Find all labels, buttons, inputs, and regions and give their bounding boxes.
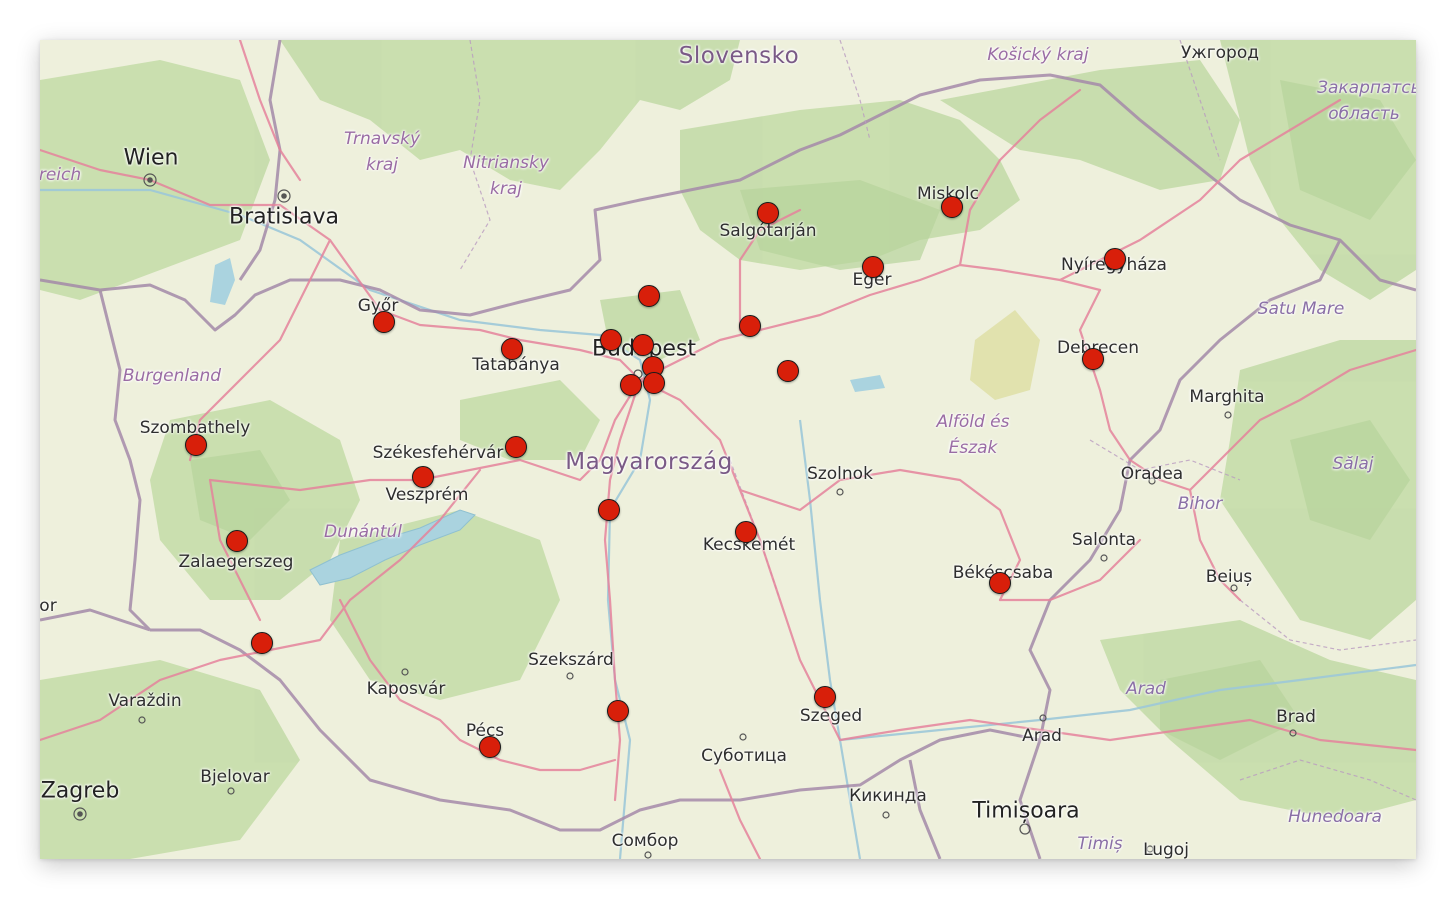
label-burgenland: Burgenland: [122, 366, 222, 387]
label-arad-region: Arad: [1126, 679, 1166, 700]
map-marker[interactable]: [632, 334, 654, 356]
map-marker[interactable]: [739, 315, 761, 337]
label-nitriansky-1: Nitriansky: [463, 153, 549, 174]
map-marker[interactable]: [735, 521, 757, 543]
map-marker[interactable]: [607, 700, 629, 722]
map-marker[interactable]: [501, 338, 523, 360]
label-szekszard: Szekszárd: [528, 650, 614, 670]
label-bjelovar: Bjelovar: [200, 767, 270, 787]
map-marker[interactable]: [600, 329, 622, 351]
label-uzhhorod: Ужгород: [1181, 43, 1259, 63]
label-kaposvar: Kaposvár: [366, 679, 446, 699]
label-reich: reich: [40, 165, 82, 186]
label-oradea: Oradea: [1120, 464, 1184, 484]
map-marker[interactable]: [226, 530, 248, 552]
map-marker[interactable]: [941, 196, 963, 218]
map-marker[interactable]: [251, 632, 273, 654]
map-marker[interactable]: [412, 466, 434, 488]
map-marker[interactable]: [505, 436, 527, 458]
label-salaj: Sălaj: [1332, 454, 1374, 475]
label-arad: Arad: [1022, 726, 1062, 746]
label-trnavsky-2: kraj: [366, 155, 398, 176]
label-zakarpatska-2: область: [1328, 104, 1400, 125]
label-satu-mare: Satu Mare: [1257, 299, 1345, 320]
label-timis: Timiș: [1077, 834, 1123, 855]
map-marker[interactable]: [598, 499, 620, 521]
label-kikinda: Кикинда: [849, 786, 927, 806]
map-marker[interactable]: [757, 202, 779, 224]
label-szekesfehervar: Székesfehérvár: [372, 443, 504, 463]
label-szolnok: Szolnok: [807, 464, 873, 484]
label-szeged: Szeged: [799, 706, 863, 726]
label-magyarorszag: Magyarország: [565, 449, 733, 475]
map-marker[interactable]: [373, 311, 395, 333]
label-varazdin: Varaždin: [108, 691, 182, 711]
label-bihor: Bihor: [1177, 494, 1223, 515]
map-marker[interactable]: [814, 686, 836, 708]
label-timisoara: Timișoara: [972, 798, 1080, 824]
map-marker[interactable]: [777, 360, 799, 382]
label-kosicky-kraj: Košický kraj: [987, 45, 1089, 66]
map-marker[interactable]: [185, 434, 207, 456]
label-wien: Wien: [123, 145, 179, 171]
label-nitriansky-2: kraj: [490, 179, 522, 200]
label-zagreb: Zagreb: [40, 778, 120, 804]
label-alfold-1: Alföld és: [936, 412, 1010, 433]
label-or: or: [40, 596, 57, 616]
map-marker[interactable]: [479, 736, 501, 758]
label-subotica: Суботица: [701, 746, 787, 766]
label-marghita: Marghita: [1189, 387, 1265, 407]
label-alfold-2: Észak: [948, 438, 998, 459]
map-marker[interactable]: [1082, 348, 1104, 370]
label-slovensko: Slovensko: [678, 43, 800, 69]
label-bratislava: Bratislava: [229, 204, 339, 230]
map-marker[interactable]: [862, 256, 884, 278]
map-viewport[interactable]: Slovensko Košický kraj Ужгород Закарпатс…: [40, 40, 1416, 859]
label-hunedoara: Hunedoara: [1288, 807, 1382, 828]
label-brad: Brad: [1276, 707, 1316, 727]
label-lugoj: Lugoj: [1143, 840, 1189, 859]
label-dunantul: Dunántúl: [324, 522, 402, 543]
map-marker[interactable]: [1104, 248, 1126, 270]
label-zalaegerszeg: Zalaegerszeg: [178, 552, 294, 572]
label-trnavsky-1: Trnavský: [343, 129, 421, 150]
label-veszprem: Veszprém: [385, 485, 469, 505]
map-marker[interactable]: [620, 374, 642, 396]
label-beius: Beiuș: [1205, 567, 1253, 587]
map-marker[interactable]: [638, 285, 660, 307]
label-salonta: Salonta: [1071, 530, 1137, 550]
map-marker[interactable]: [643, 372, 665, 394]
map-marker[interactable]: [989, 572, 1011, 594]
label-zakarpatska-1: Закарпатськ: [1317, 78, 1416, 99]
label-salgotarjan: Salgótarján: [719, 221, 817, 241]
label-sombor: Сомбор: [611, 831, 679, 851]
